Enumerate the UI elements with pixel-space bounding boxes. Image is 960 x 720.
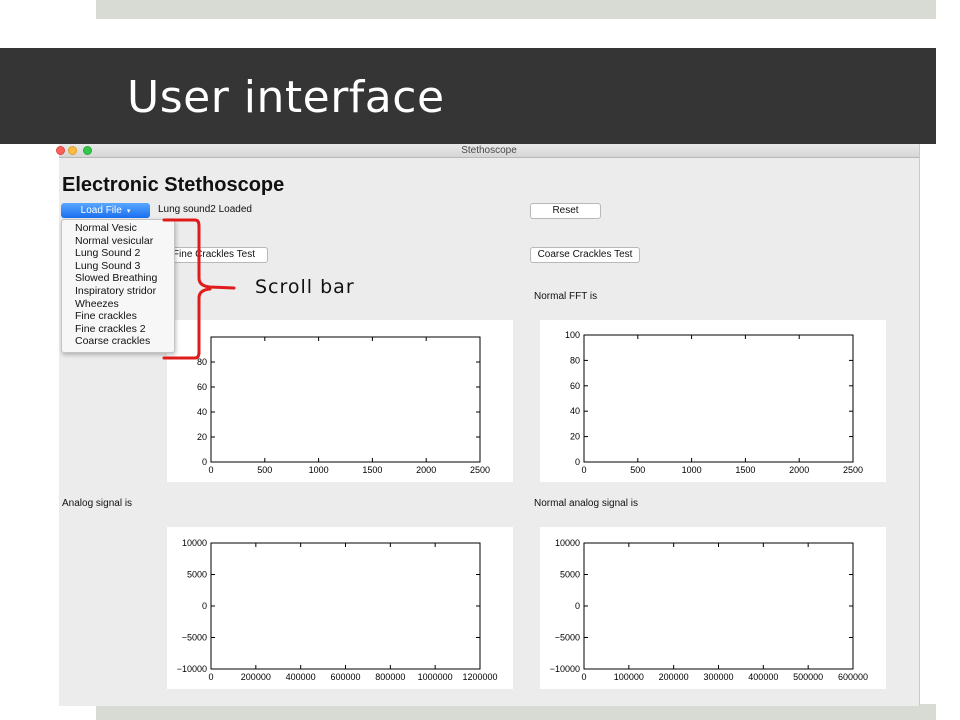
dropdown-item[interactable]: Fine crackles 2 bbox=[62, 323, 174, 336]
fft-y-tick-label: 40 bbox=[197, 407, 207, 417]
reset-button[interactable]: Reset bbox=[530, 203, 601, 219]
dropdown-item[interactable]: Normal vesicular bbox=[62, 235, 174, 248]
fft-y-tick-label: 60 bbox=[197, 382, 207, 392]
fft-y-tick-label: 0 bbox=[202, 457, 207, 467]
analog-x-tick-label: 400000 bbox=[286, 672, 316, 682]
dropdown-item[interactable]: Inspiratory stridor bbox=[62, 285, 174, 298]
fft-plot: 0 500 1000 1500 2000 2500 0 20 40 60 80 bbox=[167, 320, 513, 482]
analog-x-tick-label: 800000 bbox=[375, 672, 405, 682]
normal_analog-x-tick-label: 100000 bbox=[614, 672, 644, 682]
analog-y-tick-label: 5000 bbox=[187, 570, 207, 580]
dropdown-item[interactable]: Slowed Breathing bbox=[62, 272, 174, 285]
normal_analog-y-tick-label: −10000 bbox=[550, 664, 580, 674]
load-file-label: Load File bbox=[80, 205, 122, 216]
fft-x-tick-label: 2000 bbox=[416, 465, 436, 475]
normal_fft-y-tick-label: 40 bbox=[570, 406, 580, 416]
fft-x-tick-label: 2500 bbox=[470, 465, 490, 475]
analog-y-tick-label: 0 bbox=[202, 601, 207, 611]
normal_analog-x-tick-label: 600000 bbox=[838, 672, 868, 682]
normal-fft-label: Normal FFT is bbox=[534, 291, 598, 302]
app-heading: Electronic Stethoscope bbox=[62, 174, 285, 196]
normal_fft-y-tick-label: 100 bbox=[565, 330, 580, 340]
fft-y-tick-label: 80 bbox=[197, 357, 207, 367]
analog-signal-plot: 0 200000 400000 600000 800000 1000000 1200000 −… bbox=[167, 527, 513, 689]
app-window: Stethoscope Electronic Stethoscope Load … bbox=[56, 144, 920, 706]
normal-analog-plot: 0 100000 200000 300000 400000 500000 600000 −10… bbox=[540, 527, 886, 689]
coarse-crackles-test-button[interactable]: Coarse Crackles Test bbox=[530, 247, 640, 263]
normal_fft-y-tick-label: 60 bbox=[570, 381, 580, 391]
bottom-decor-stripe bbox=[96, 704, 936, 720]
slide-header: User interface bbox=[0, 48, 936, 144]
normal_analog-x-tick-label: 0 bbox=[581, 672, 586, 682]
normal_fft-x-tick-label: 0 bbox=[581, 465, 586, 475]
load-status-text: Lung sound2 Loaded bbox=[158, 204, 252, 215]
analog-x-tick-label: 600000 bbox=[330, 672, 360, 682]
normal_fft-y-tick-label: 80 bbox=[570, 355, 580, 365]
normal_analog-x-tick-label: 400000 bbox=[748, 672, 778, 682]
chevron-down-icon: ▾ bbox=[126, 208, 131, 215]
normal_analog-y-tick-label: −5000 bbox=[555, 633, 580, 643]
fft-x-tick-label: 1000 bbox=[309, 465, 329, 475]
fft-axes-frame bbox=[210, 336, 481, 463]
window-titlebar[interactable]: Stethoscope bbox=[56, 144, 919, 158]
analog-x-tick-label: 1000000 bbox=[418, 672, 453, 682]
normal_fft-x-tick-label: 2000 bbox=[789, 465, 809, 475]
dropdown-item[interactable]: Lung Sound 3 bbox=[62, 260, 174, 273]
normal_analog-chart-svg: 0 100000 200000 300000 400000 500000 600000−10… bbox=[550, 538, 868, 682]
normal_fft-axes-frame bbox=[583, 334, 854, 463]
normal_fft-chart-svg: 0 500 1000 1500 2000 2500 0 20 40 60 80 100 bbox=[565, 330, 863, 475]
normal-fft-plot: 0 500 1000 1500 2000 2500 0 20 40 60 80 100 bbox=[540, 320, 886, 482]
normal_analog-y-tick-label: 10000 bbox=[555, 538, 580, 548]
normal_fft-x-tick-label: 1500 bbox=[735, 465, 755, 475]
normal_analog-x-tick-label: 500000 bbox=[793, 672, 823, 682]
window-title: Stethoscope bbox=[461, 145, 517, 156]
analog-x-tick-label: 1200000 bbox=[462, 672, 497, 682]
analog-axes-frame bbox=[210, 542, 481, 670]
normal_fft-y-tick-label: 0 bbox=[575, 457, 580, 467]
dropdown-item[interactable]: Lung Sound 2 bbox=[62, 247, 174, 260]
dropdown-item[interactable]: Coarse crackles bbox=[62, 335, 174, 348]
scroll-bar-label: Scroll bar bbox=[255, 276, 355, 298]
normal_analog-y-tick-label: 5000 bbox=[560, 570, 580, 580]
top-decor-stripe bbox=[96, 0, 936, 19]
normal_fft-y-tick-label: 20 bbox=[570, 432, 580, 442]
normal_analog-axes-frame bbox=[583, 542, 854, 670]
load-file-button[interactable]: Load File ▾ bbox=[61, 203, 150, 218]
file-dropdown-menu[interactable]: Normal Vesic Normal vesicular Lung Sound… bbox=[61, 219, 175, 353]
fft-x-tick-label: 1500 bbox=[362, 465, 382, 475]
normal-analog-label: Normal analog signal is bbox=[534, 498, 638, 509]
normal_analog-y-tick-label: 0 bbox=[575, 601, 580, 611]
analog-chart-svg: 0 200000 400000 600000 800000 1000000 1200000 −… bbox=[177, 538, 498, 682]
fft-x-tick-label: 500 bbox=[257, 465, 272, 475]
analog-y-tick-label: 10000 bbox=[182, 538, 207, 548]
analog-x-tick-label: 0 bbox=[208, 672, 213, 682]
normal_fft-x-tick-label: 1000 bbox=[682, 465, 702, 475]
analog-x-tick-label: 200000 bbox=[241, 672, 271, 682]
slide-title: User interface bbox=[127, 72, 445, 123]
normal_analog-x-tick-label: 300000 bbox=[703, 672, 733, 682]
normal_fft-x-tick-label: 500 bbox=[630, 465, 645, 475]
analog-y-tick-label: −10000 bbox=[177, 664, 207, 674]
dropdown-item[interactable]: Fine crackles bbox=[62, 310, 174, 323]
fft-x-tick-label: 0 bbox=[208, 465, 213, 475]
normal_fft-x-tick-label: 2500 bbox=[843, 465, 863, 475]
fft-y-tick-label: 20 bbox=[197, 432, 207, 442]
analog-y-tick-label: −5000 bbox=[182, 633, 207, 643]
normal_analog-x-tick-label: 200000 bbox=[659, 672, 689, 682]
dropdown-item[interactable]: Wheezes bbox=[62, 298, 174, 311]
analog-signal-label: Analog signal is bbox=[62, 498, 133, 509]
fft-chart-svg: 0 500 1000 1500 2000 2500 0 20 40 60 80 bbox=[197, 336, 490, 475]
dropdown-item[interactable]: Normal Vesic bbox=[62, 222, 174, 235]
